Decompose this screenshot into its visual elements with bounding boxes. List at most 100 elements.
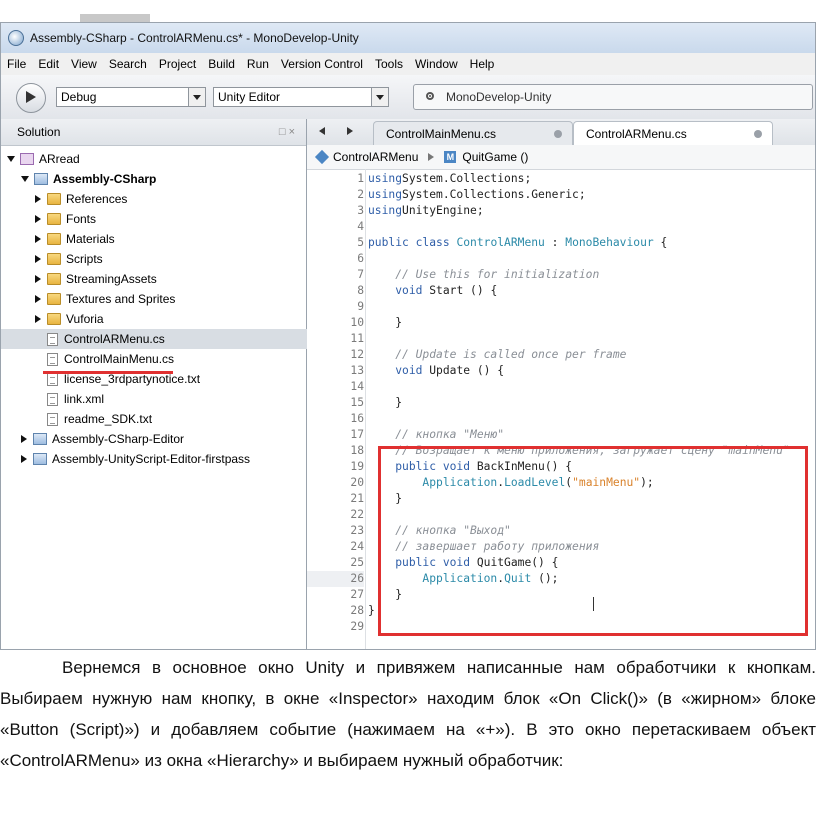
status-icon	[426, 92, 434, 100]
breadcrumb-class[interactable]: ControlARMenu	[333, 150, 418, 164]
tree-item[interactable]: ControlMainMenu.cs	[35, 349, 174, 369]
menu-item[interactable]: Version Control	[275, 57, 369, 71]
tree-item[interactable]: Assembly-CSharp-Editor	[21, 429, 184, 449]
chevron-right-icon	[428, 153, 435, 161]
tree-item[interactable]: ControlARMenu.cs⚙▾	[1, 329, 335, 349]
tab-scroll-right-icon[interactable]	[347, 127, 353, 135]
close-icon[interactable]	[754, 130, 762, 138]
menu-item[interactable]: Window	[409, 57, 464, 71]
line-number: 14	[350, 380, 364, 393]
tree-item[interactable]: Textures and Sprites	[35, 289, 175, 309]
code-line[interactable]: void Update () {	[368, 363, 504, 379]
project-icon	[33, 433, 47, 445]
tree-item[interactable]: References	[35, 189, 127, 209]
text-caret	[593, 597, 594, 611]
collapse-arrow-icon[interactable]	[21, 435, 27, 443]
code-token: }	[368, 316, 403, 329]
code-line[interactable]: }	[368, 603, 375, 619]
breadcrumb-method[interactable]: QuitGame ()	[462, 150, 528, 164]
pad-controls[interactable]: □×	[279, 119, 298, 145]
menu-item[interactable]: Search	[103, 57, 153, 71]
tree-item-label: Vuforia	[66, 312, 104, 326]
code-token: using	[368, 204, 403, 217]
code-line[interactable]: public class ControlARMenu : MonoBehavio…	[368, 235, 667, 251]
tree-item[interactable]: readme_SDK.txt	[35, 409, 152, 429]
configuration-dropdown[interactable]: Debug	[56, 87, 206, 107]
menu-bar: File Edit View Search Project Build Run Version…	[1, 53, 815, 75]
collapse-arrow-icon[interactable]	[21, 455, 27, 463]
line-number: 20	[350, 476, 364, 489]
solution-icon	[20, 153, 34, 165]
tree-item[interactable]: Scripts	[35, 249, 103, 269]
menu-item[interactable]: View	[65, 57, 103, 71]
tree-item-label: ControlARMenu.cs	[64, 332, 165, 346]
tab-controlarmenu[interactable]: ControlARMenu.cs	[573, 121, 773, 146]
tree-item[interactable]: ARread	[7, 149, 80, 169]
tree-item[interactable]: Vuforia	[35, 309, 104, 329]
collapse-arrow-icon[interactable]	[35, 295, 41, 303]
tree-item[interactable]: Fonts	[35, 209, 96, 229]
toolbar: Debug Unity Editor MonoDevelop-Unity	[1, 75, 815, 120]
line-number: 10	[350, 316, 364, 329]
code-token: UnityEngine;	[402, 204, 484, 217]
tree-item[interactable]: Assembly-CSharp	[21, 169, 156, 189]
collapse-arrow-icon[interactable]	[35, 255, 41, 263]
method-icon: M	[444, 151, 457, 163]
code-line[interactable]: usingSystem.Collections;	[368, 171, 531, 187]
code-line[interactable]: usingUnityEngine;	[368, 203, 484, 219]
expand-arrow-icon[interactable]	[7, 156, 15, 162]
collapse-arrow-icon[interactable]	[35, 215, 41, 223]
code-line[interactable]: usingSystem.Collections.Generic;	[368, 187, 586, 203]
tab-controlmainmenu[interactable]: ControlMainMenu.cs	[373, 121, 573, 145]
code-line[interactable]: }	[368, 315, 402, 331]
code-token: {	[653, 236, 668, 249]
collapse-arrow-icon[interactable]	[35, 195, 41, 203]
tab-scroll-left-icon[interactable]	[319, 127, 325, 135]
code-line[interactable]: // Update is called once per frame	[368, 347, 626, 363]
solution-header: Solution □×	[1, 119, 306, 146]
tree-item-label: References	[66, 192, 128, 206]
menu-item[interactable]: Edit	[32, 57, 65, 71]
code-token: }	[368, 604, 375, 617]
menu-item[interactable]: Run	[241, 57, 275, 71]
document-paragraph: Вернемся в основное окно Unity и привяже…	[0, 652, 816, 776]
code-line[interactable]: void Start () {	[368, 283, 497, 299]
menu-item[interactable]: File	[1, 57, 32, 71]
line-number: 22	[350, 508, 364, 521]
code-token: // кнопка "Меню"	[368, 428, 505, 441]
tree-item[interactable]: link.xml	[35, 389, 104, 409]
folder-icon	[47, 233, 61, 245]
collapse-arrow-icon[interactable]	[35, 235, 41, 243]
code-line[interactable]: // Use this for initialization	[368, 267, 599, 283]
tree-item-label: Materials	[66, 232, 115, 246]
menu-item[interactable]: Build	[202, 57, 241, 71]
tree-item-label: Textures and Sprites	[66, 292, 176, 306]
tree-item[interactable]: Assembly-UnityScript-Editor-firstpass	[21, 449, 250, 469]
expand-arrow-icon[interactable]	[21, 176, 29, 182]
target-value: Unity Editor	[218, 90, 281, 104]
run-button[interactable]	[16, 83, 46, 113]
project-icon	[34, 173, 48, 185]
close-icon[interactable]	[554, 130, 562, 138]
collapse-arrow-icon[interactable]	[35, 315, 41, 323]
breadcrumb: ControlARMenu M QuitGame ()	[307, 145, 815, 170]
tree-item[interactable]: Materials	[35, 229, 115, 249]
line-number: 29	[350, 620, 364, 633]
collapse-arrow-icon[interactable]	[35, 275, 41, 283]
menu-item[interactable]: Project	[153, 57, 202, 71]
menu-item[interactable]: Tools	[369, 57, 409, 71]
line-number: 26	[307, 571, 364, 587]
tree-item[interactable]: StreamingAssets	[35, 269, 157, 289]
tree-item-label: ControlMainMenu.cs	[64, 352, 175, 366]
line-number: 11	[350, 332, 364, 345]
gutter-divider	[365, 169, 366, 649]
line-number: 12	[350, 348, 364, 361]
folder-icon	[47, 273, 61, 285]
line-number: 3	[357, 204, 364, 217]
code-line[interactable]: // кнопка "Меню"	[368, 427, 504, 443]
target-dropdown[interactable]: Unity Editor	[213, 87, 389, 107]
file-icon	[47, 372, 58, 386]
line-number: 1	[357, 172, 364, 185]
menu-item[interactable]: Help	[464, 57, 501, 71]
code-line[interactable]: }	[368, 395, 402, 411]
